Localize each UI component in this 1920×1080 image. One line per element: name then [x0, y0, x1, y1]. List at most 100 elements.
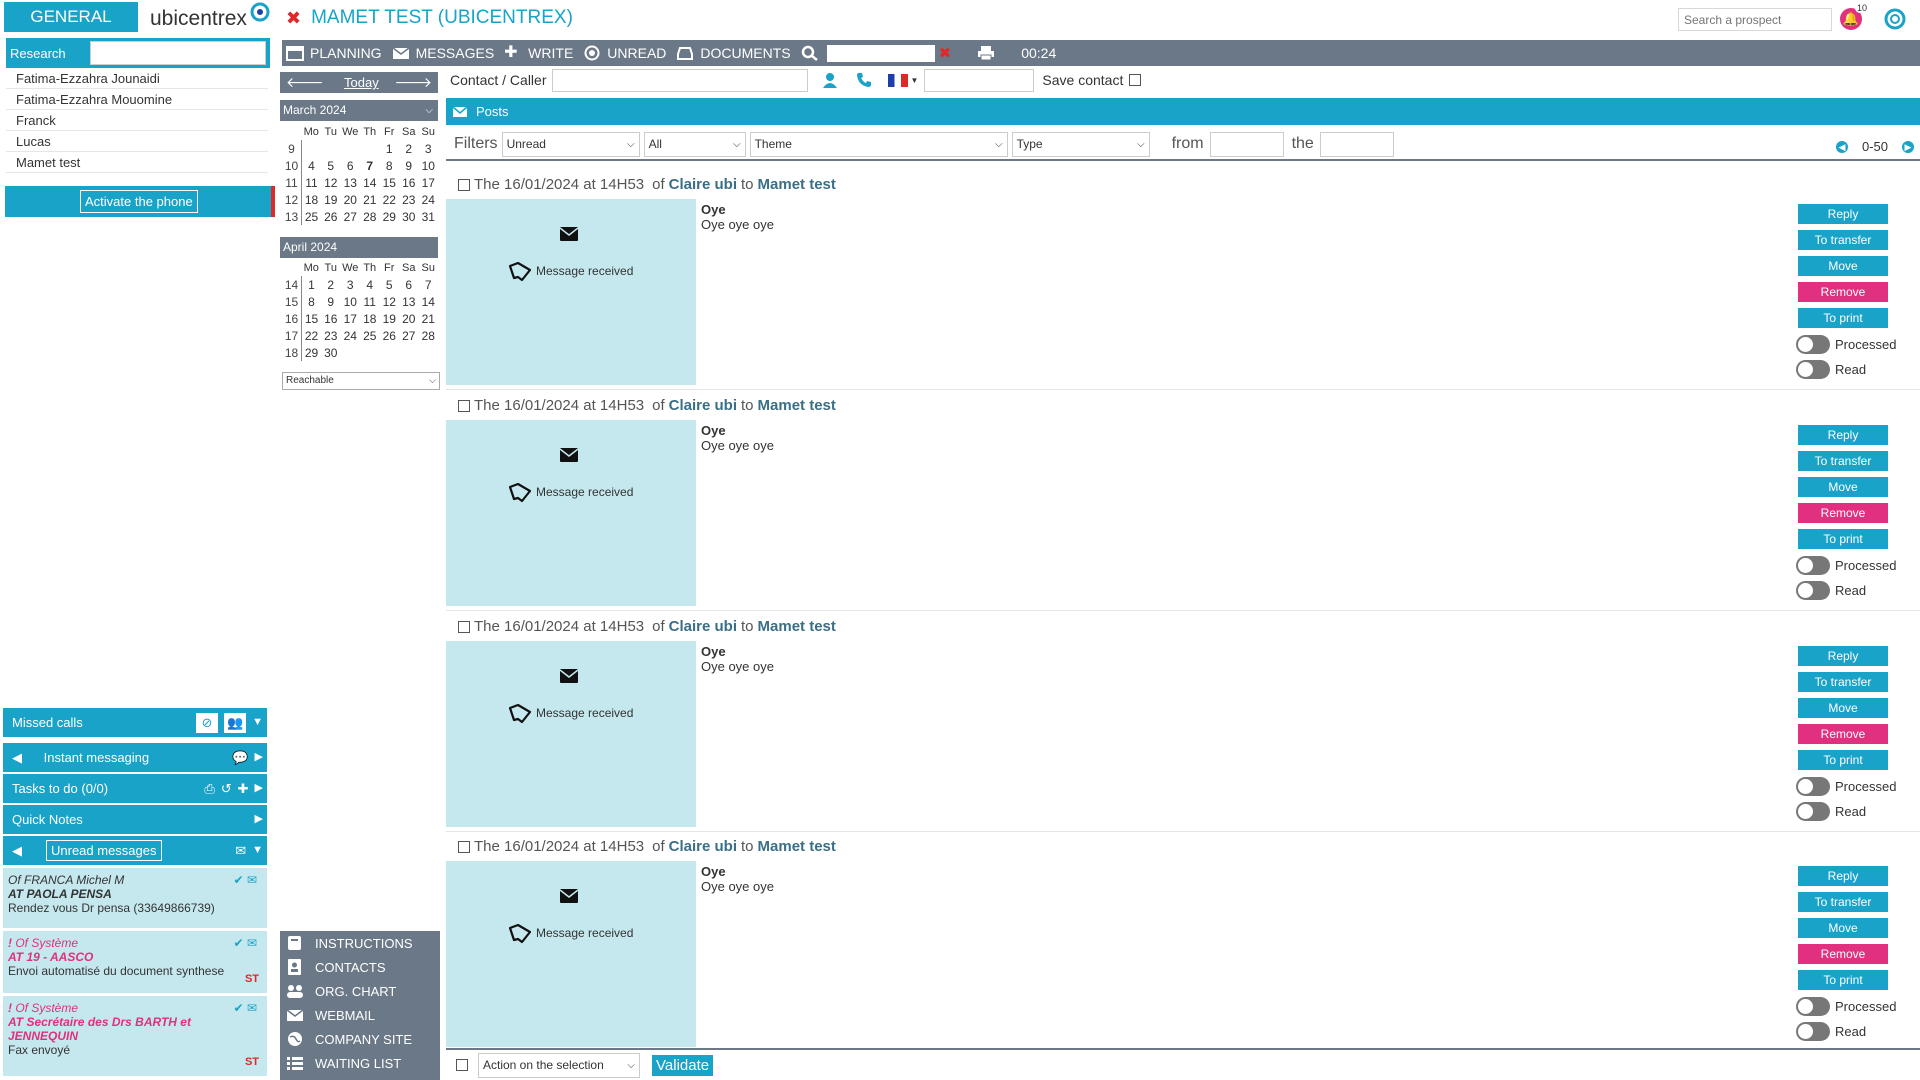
print-icon[interactable]	[977, 45, 995, 61]
chevron-right-icon[interactable]: ▶	[255, 743, 263, 772]
processed-toggle[interactable]	[1796, 334, 1830, 354]
move-button[interactable]: Move	[1798, 477, 1888, 497]
remove-button[interactable]: Remove	[1798, 944, 1888, 964]
post-recipient[interactable]: Mamet test	[758, 618, 836, 635]
menu-item-webmail[interactable]: WEBMAIL	[280, 1003, 440, 1027]
recent-contact-item[interactable]: Mamet test	[6, 152, 268, 173]
move-button[interactable]: Move	[1798, 256, 1888, 276]
message-actions-icons[interactable]: ✔ ✉	[234, 873, 257, 887]
chevron-down-icon[interactable]: ▼	[252, 708, 263, 737]
calendar-day[interactable]	[360, 140, 380, 157]
clear-search-icon[interactable]: ✖	[939, 44, 952, 62]
calendar-day[interactable]	[341, 344, 361, 361]
filter-status-select[interactable]: Unread ⌵	[501, 131, 640, 157]
message-actions-icons[interactable]: ✔ ✉	[234, 1001, 257, 1015]
processed-toggle[interactable]	[1796, 996, 1830, 1016]
calendar-day[interactable]: 28	[419, 327, 439, 344]
print-button[interactable]: To print	[1798, 529, 1888, 549]
calendar-day[interactable]: 5	[380, 276, 400, 293]
chevron-right-icon[interactable]: ▶	[255, 774, 263, 803]
date-from-input[interactable]	[1209, 131, 1284, 157]
print-button[interactable]: To print	[1798, 308, 1888, 328]
add-icon[interactable]: ✚	[238, 774, 249, 803]
calendar-day[interactable]: 30	[321, 344, 341, 361]
calendar-day[interactable]: 28	[360, 208, 380, 225]
transfer-button[interactable]: To transfer	[1798, 230, 1888, 250]
menu-item-company-site[interactable]: COMPANY SITE	[280, 1027, 440, 1051]
calendar-day[interactable]: 8	[380, 157, 400, 174]
unread-messages-button[interactable]: Unread messages	[46, 840, 162, 861]
calendar-day[interactable]: 19	[380, 310, 400, 327]
calendar-day[interactable]: 23	[399, 191, 419, 208]
month-header[interactable]: March 2024 ⌵	[280, 100, 438, 121]
read-toggle[interactable]	[1796, 359, 1830, 379]
read-toggle[interactable]	[1796, 580, 1830, 600]
calendar-day[interactable]: 25	[360, 327, 380, 344]
filter-theme-select[interactable]: Theme ⌵	[749, 131, 1008, 157]
unread-message-card[interactable]: ! Of Système AT 19 - AASCO Envoi automat…	[3, 931, 267, 993]
post-author[interactable]: Claire ubi	[669, 618, 737, 635]
calendar-day[interactable]: 16	[399, 174, 419, 191]
prospect-search-input[interactable]	[1678, 8, 1832, 31]
calendar-day[interactable]: 19	[321, 191, 341, 208]
toolbar-unread-button[interactable]: UNREAD	[583, 45, 666, 61]
calendar-day[interactable]: 12	[321, 174, 341, 191]
chevron-down-icon[interactable]: ▼	[252, 836, 263, 865]
move-button[interactable]: Move	[1798, 918, 1888, 938]
calendar-day[interactable]: 26	[380, 327, 400, 344]
post-select-checkbox[interactable]	[458, 178, 470, 191]
next-page-icon[interactable]: ▶	[1902, 140, 1914, 153]
calendar-day[interactable]: 12	[380, 293, 400, 310]
post-author[interactable]: Claire ubi	[669, 397, 737, 414]
toolbar-documents-button[interactable]: DOCUMENTS	[676, 45, 791, 61]
calendar-day[interactable]: 5	[321, 157, 341, 174]
read-toggle[interactable]	[1796, 1021, 1830, 1041]
calendar-day[interactable]: 4	[360, 276, 380, 293]
calendar-day[interactable]: 3	[419, 140, 439, 157]
calendar-day[interactable]: 15	[302, 310, 322, 327]
close-icon[interactable]: ✖	[286, 8, 301, 29]
chevron-down-icon[interactable]: ▼	[910, 76, 918, 85]
calendar-day[interactable]: 1	[380, 140, 400, 157]
post-author[interactable]: Claire ubi	[669, 838, 737, 855]
availability-select[interactable]: Reachable ⌵	[282, 372, 440, 390]
calendar-day[interactable]: 4	[302, 157, 322, 174]
quick-notes-bar[interactable]: Quick Notes ▶	[3, 805, 267, 834]
calendar-day[interactable]: 2	[399, 140, 419, 157]
reply-button[interactable]: Reply	[1798, 425, 1888, 445]
contact-caller-input[interactable]	[552, 68, 809, 92]
select-all-checkbox[interactable]	[456, 1059, 468, 1071]
post-recipient[interactable]: Mamet test	[758, 176, 836, 193]
transfer-button[interactable]: To transfer	[1798, 892, 1888, 912]
arrow-right-icon[interactable]: 🡒	[394, 74, 432, 91]
calendar-day[interactable]: 15	[380, 174, 400, 191]
users-icon[interactable]: 👥	[224, 712, 247, 733]
recent-contact-item[interactable]: Franck	[6, 110, 268, 131]
calendar-day[interactable]: 27	[399, 327, 419, 344]
calendar-day[interactable]: 29	[302, 344, 322, 361]
calendar-day[interactable]: 8	[302, 293, 322, 310]
recent-contact-item[interactable]: Lucas	[6, 131, 268, 152]
calendar-day[interactable]	[302, 140, 322, 157]
calendar-day[interactable]	[419, 344, 439, 361]
calendar-day[interactable]: 21	[360, 191, 380, 208]
activate-phone-button[interactable]: Activate the phone	[80, 190, 198, 213]
phone-number-input[interactable]	[924, 68, 1035, 92]
toolbar-messages-button[interactable]: MESSAGES	[392, 45, 494, 61]
calendar-day[interactable]: 10	[341, 293, 361, 310]
calendar-day[interactable]: 18	[360, 310, 380, 327]
transfer-button[interactable]: To transfer	[1798, 451, 1888, 471]
calendar-day[interactable]: 23	[321, 327, 341, 344]
calendar-day[interactable]: 21	[419, 310, 439, 327]
post-recipient[interactable]: Mamet test	[758, 397, 836, 414]
search-icon[interactable]	[801, 45, 819, 61]
calendar-day[interactable]: 26	[321, 208, 341, 225]
calendar-day[interactable]: 7	[419, 276, 439, 293]
arrow-left-icon[interactable]: 🡐	[286, 74, 324, 91]
missed-calls-bar[interactable]: Missed calls ⊘ 👥 ▼	[3, 708, 267, 737]
recent-contact-item[interactable]: Fatima-Ezzahra Mouomine	[6, 89, 268, 110]
calendar-day[interactable]: 22	[380, 191, 400, 208]
calendar-day[interactable]: 22	[302, 327, 322, 344]
validate-button[interactable]: Validate	[652, 1054, 714, 1076]
research-input[interactable]	[90, 41, 266, 65]
